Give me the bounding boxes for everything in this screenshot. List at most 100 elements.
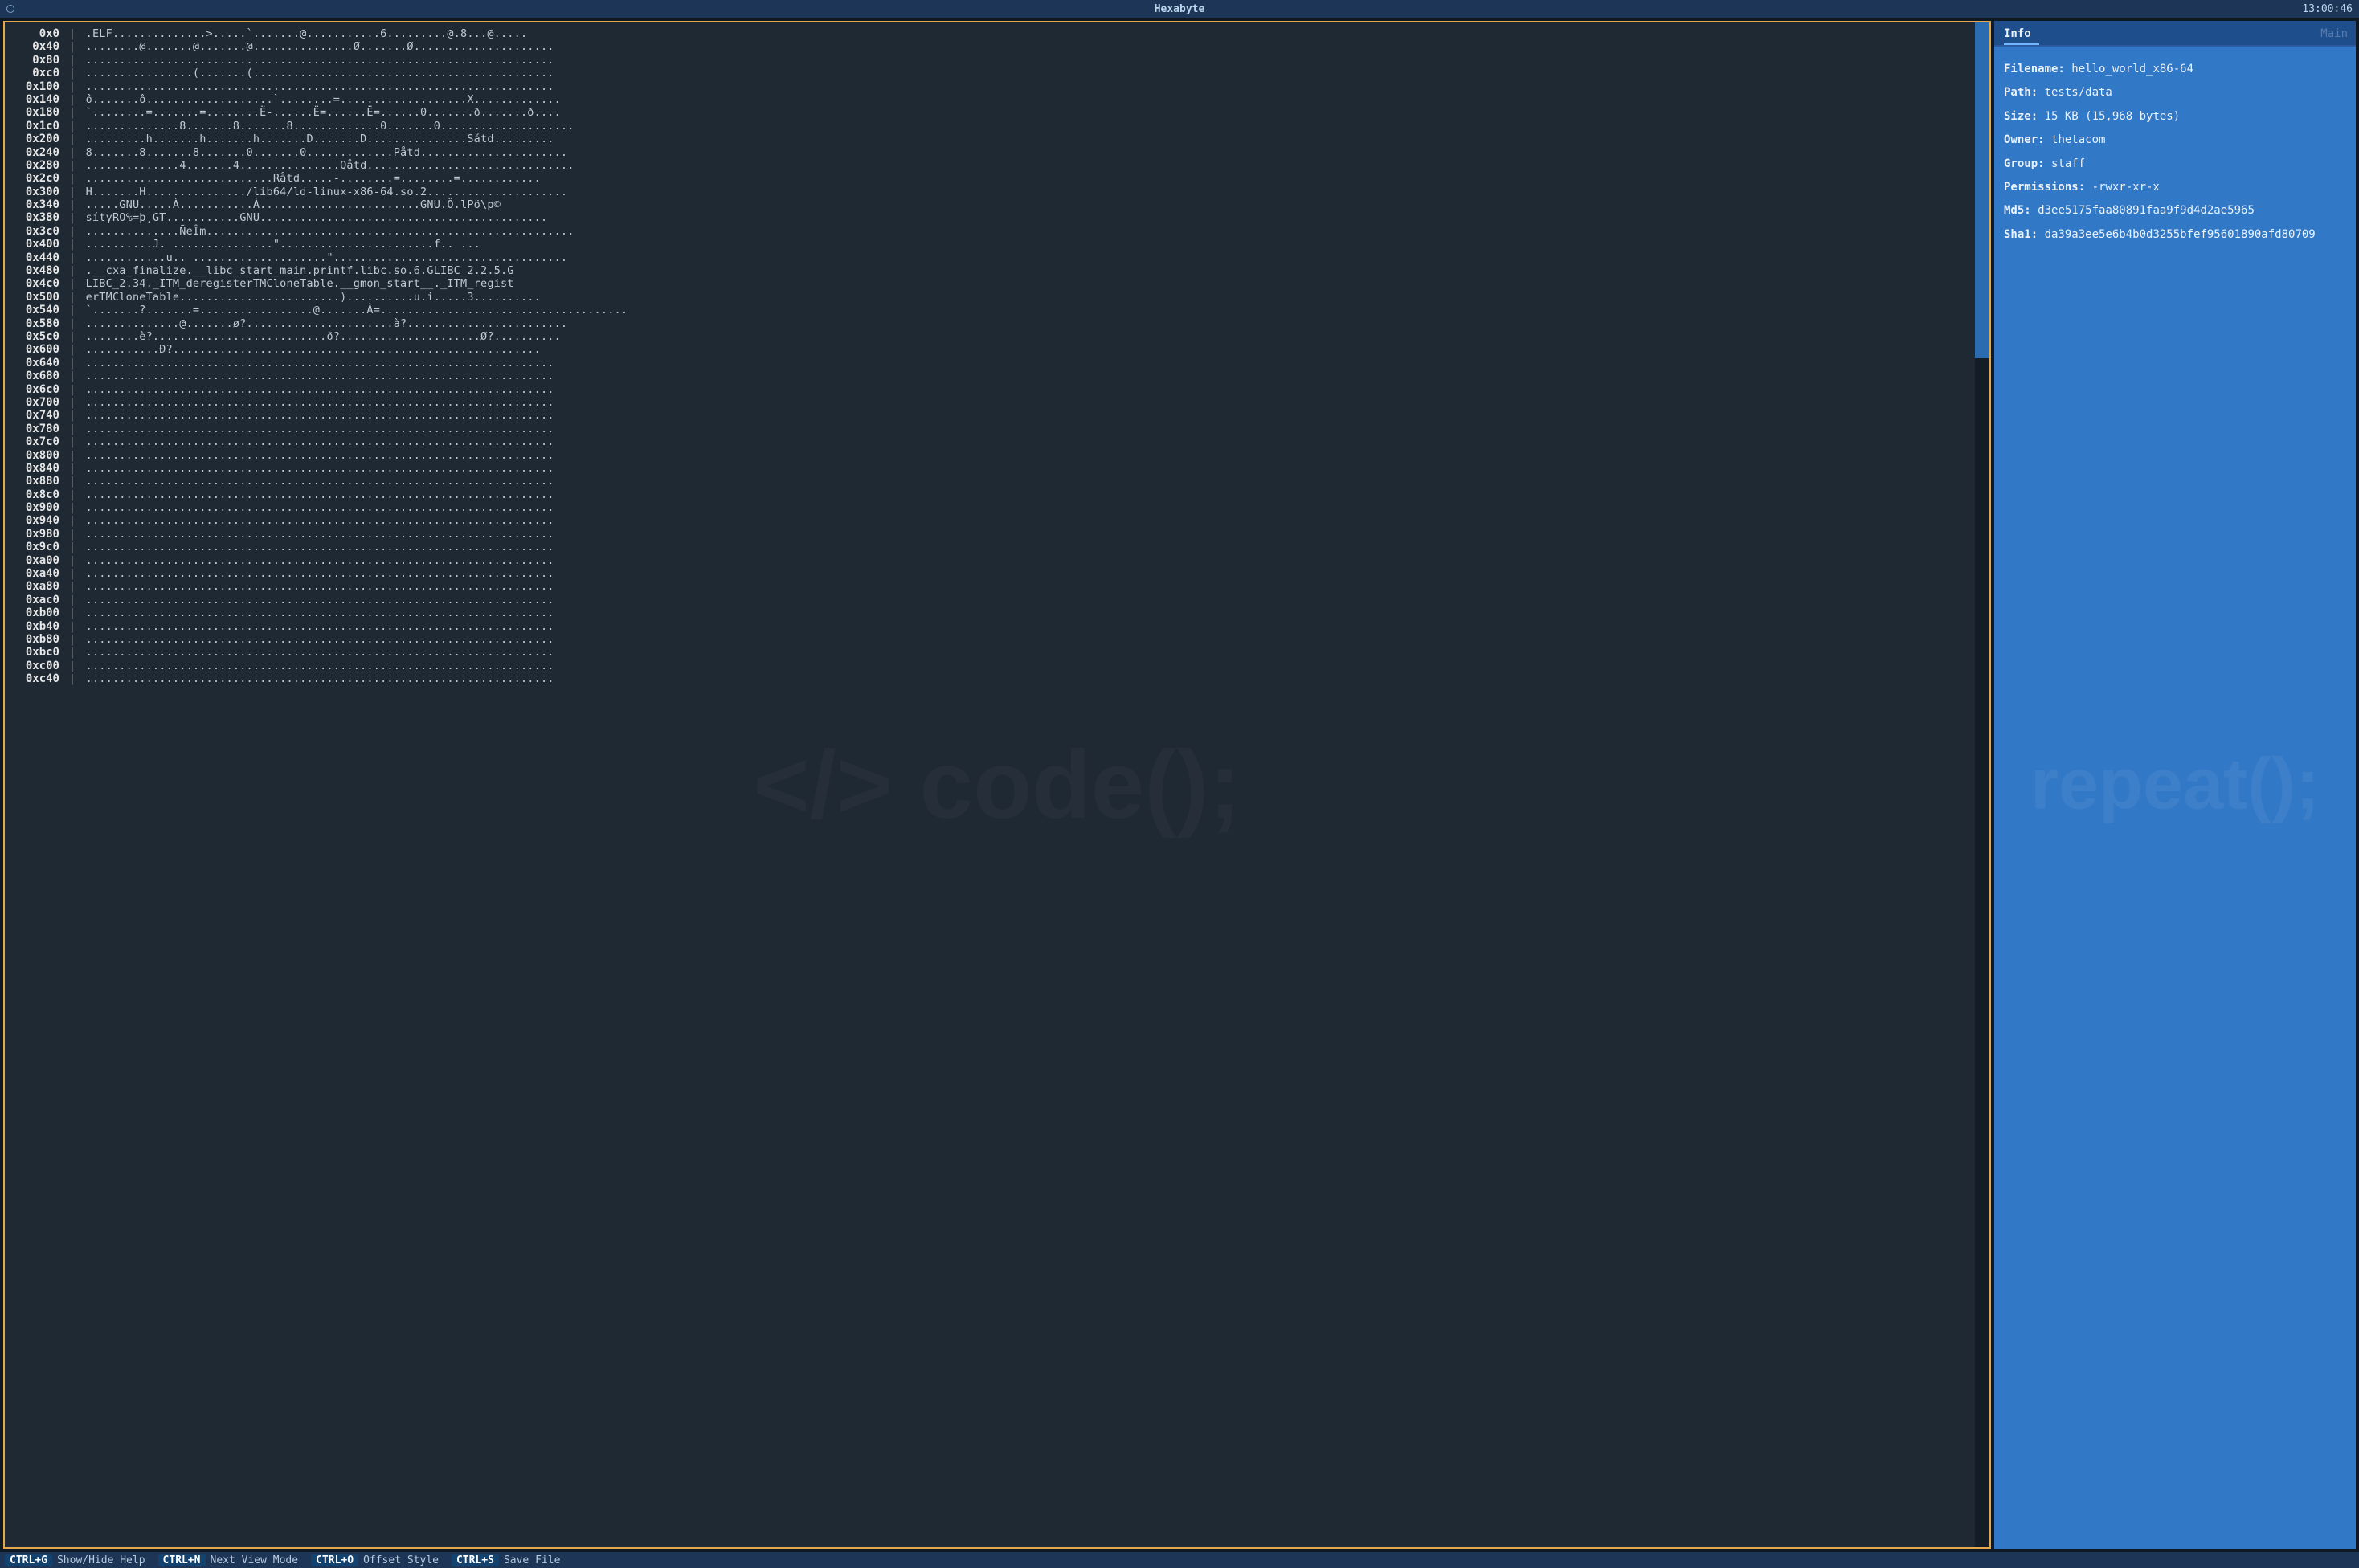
ascii-text: 8.......8.......8.......0.......0.......… xyxy=(86,146,568,159)
footer-kbd[interactable]: CTRL+N xyxy=(158,1554,206,1566)
ascii-row[interactable]: | .__cxa_finalize.__libc_start_main.prin… xyxy=(69,264,1972,277)
info-key: Path: xyxy=(2004,86,2045,99)
ascii-row[interactable]: | 8.......8.......8.......0.......0.....… xyxy=(69,146,1972,159)
ascii-row[interactable]: | ......................................… xyxy=(69,606,1972,619)
ascii-row[interactable]: | erTMCloneTable........................… xyxy=(69,291,1972,304)
info-header: Info Main xyxy=(1994,21,2356,47)
footer-kbd[interactable]: CTRL+G xyxy=(5,1554,52,1566)
app-root: Hexabyte 13:00:46 </> code(); 0x00x400x8… xyxy=(0,0,2359,1568)
ascii-row[interactable]: | ..........J. ...............".........… xyxy=(69,238,1972,251)
offset-row: 0x640 xyxy=(8,357,59,370)
hex-panel[interactable]: </> code(); 0x00x400x800xc00x1000x1400x1… xyxy=(3,21,1991,1549)
ascii-row[interactable]: | ......................................… xyxy=(69,567,1972,580)
row-separator: | xyxy=(69,541,83,553)
ascii-row[interactable]: | ......................................… xyxy=(69,54,1972,67)
ascii-row[interactable]: | ......................................… xyxy=(69,633,1972,646)
ascii-row[interactable]: | ......................................… xyxy=(69,409,1972,422)
ascii-text: ..........J. ..............."...........… xyxy=(86,238,480,251)
offset-row: 0x300 xyxy=(8,186,59,198)
info-row: Sha1: da39a3ee5e6b4b0d3255bfef95601890af… xyxy=(2004,223,2346,247)
ascii-text: ........................................… xyxy=(86,646,554,659)
ascii-row[interactable]: | ...........Ð?.........................… xyxy=(69,343,1972,356)
ascii-text: ........................................… xyxy=(86,541,554,553)
scrollbar[interactable] xyxy=(1975,22,1989,1547)
info-header-label: Info xyxy=(2004,27,2031,40)
row-separator: | xyxy=(69,277,83,290)
info-key: Size: xyxy=(2004,110,2045,123)
ascii-row[interactable]: | ........è?..........................ð?… xyxy=(69,330,1972,343)
titlebar: Hexabyte 13:00:46 xyxy=(0,0,2359,18)
info-key: Filename: xyxy=(2004,63,2071,76)
ascii-row[interactable]: | ......................................… xyxy=(69,80,1972,93)
ascii-row[interactable]: | ......................................… xyxy=(69,620,1972,633)
row-separator: | xyxy=(69,172,83,185)
ascii-row[interactable]: | ............................Råtd.....-… xyxy=(69,172,1972,185)
offset-row: 0x5c0 xyxy=(8,330,59,343)
ascii-row[interactable]: | ......................................… xyxy=(69,475,1972,488)
ascii-row[interactable]: | ..............ÑeÎm....................… xyxy=(69,225,1972,238)
ascii-row[interactable]: | ..............8.......8.......8.......… xyxy=(69,120,1972,133)
offset-row: 0x3c0 xyxy=(8,225,59,238)
ascii-row[interactable]: | .........h.......h.......h.......D....… xyxy=(69,133,1972,145)
ascii-text: ..............@.......ø?................… xyxy=(86,317,568,330)
ascii-text: H.......H.............../lib64/ld-linux-… xyxy=(86,186,568,198)
ascii-row[interactable]: | ......................................… xyxy=(69,357,1972,370)
row-separator: | xyxy=(69,251,83,264)
ascii-row[interactable]: | H.......H.............../lib64/ld-linu… xyxy=(69,186,1972,198)
ascii-row[interactable]: | ......................................… xyxy=(69,396,1972,409)
ascii-row[interactable]: | ......................................… xyxy=(69,580,1972,593)
row-separator: | xyxy=(69,672,83,685)
ascii-row[interactable]: | ......................................… xyxy=(69,594,1972,606)
offset-row: 0xa80 xyxy=(8,580,59,593)
ascii-row[interactable]: | LIBC_2.34._ITM_deregisterTMCloneTable.… xyxy=(69,277,1972,290)
ascii-row[interactable]: | ......................................… xyxy=(69,488,1972,501)
ascii-row[interactable]: | ......................................… xyxy=(69,449,1972,462)
offset-row: 0x40 xyxy=(8,40,59,53)
ascii-row[interactable]: | ......................................… xyxy=(69,423,1972,435)
ascii-row[interactable]: | ô.......ô...................`........=… xyxy=(69,93,1972,106)
ascii-row[interactable]: | ......................................… xyxy=(69,646,1972,659)
row-separator: | xyxy=(69,186,83,198)
ascii-row[interactable]: | ......................................… xyxy=(69,514,1972,527)
footer-kbd[interactable]: CTRL+O xyxy=(311,1554,358,1566)
info-main-label: Main xyxy=(2320,27,2348,40)
offset-row: 0x780 xyxy=(8,423,59,435)
ascii-row[interactable]: | ......................................… xyxy=(69,370,1972,382)
ascii-row[interactable]: | ......................................… xyxy=(69,672,1972,685)
ascii-row[interactable]: | .ELF..............>.....`.......@.....… xyxy=(69,27,1972,40)
ascii-column[interactable]: | .ELF..............>.....`.......@.....… xyxy=(63,22,1975,1547)
ascii-row[interactable]: | `........=.......=........Ë-......Ë=..… xyxy=(69,106,1972,119)
ascii-row[interactable]: | sítyRO%=þ¸GT...........GNU............… xyxy=(69,211,1972,224)
row-separator: | xyxy=(69,554,83,567)
ascii-row[interactable]: | ......................................… xyxy=(69,435,1972,448)
ascii-row[interactable]: | ......................................… xyxy=(69,659,1972,672)
window-control-icon[interactable] xyxy=(6,5,14,13)
clock: 13:00:46 xyxy=(2302,3,2353,15)
offset-row: 0x180 xyxy=(8,106,59,119)
ascii-row[interactable]: | ..............4.......4...............… xyxy=(69,159,1972,172)
scrollbar-thumb[interactable] xyxy=(1975,22,1989,358)
ascii-row[interactable]: | ......................................… xyxy=(69,501,1972,514)
offset-row: 0x340 xyxy=(8,198,59,211)
ascii-row[interactable]: | ................(.......(.............… xyxy=(69,67,1972,80)
ascii-row[interactable]: | ......................................… xyxy=(69,554,1972,567)
row-separator: | xyxy=(69,93,83,106)
ascii-row[interactable]: | ......................................… xyxy=(69,528,1972,541)
ascii-row[interactable]: | ............u.. ....................".… xyxy=(69,251,1972,264)
ascii-row[interactable]: | `.......?.......=.................@...… xyxy=(69,304,1972,316)
ascii-row[interactable]: | ......................................… xyxy=(69,383,1972,396)
ascii-row[interactable]: | ..............@.......ø?..............… xyxy=(69,317,1972,330)
row-separator: | xyxy=(69,120,83,133)
ascii-row[interactable]: | ........@.......@.......@.............… xyxy=(69,40,1972,53)
offset-row: 0x0 xyxy=(8,27,59,40)
footer-kbd[interactable]: CTRL+S xyxy=(452,1554,499,1566)
row-separator: | xyxy=(69,225,83,238)
offset-row: 0x740 xyxy=(8,409,59,422)
offset-row: 0x8c0 xyxy=(8,488,59,501)
ascii-row[interactable]: | ......................................… xyxy=(69,541,1972,553)
ascii-text: `........=.......=........Ë-......Ë=....… xyxy=(86,106,561,119)
ascii-row[interactable]: | ......................................… xyxy=(69,462,1972,475)
info-key: Sha1: xyxy=(2004,228,2045,241)
ascii-row[interactable]: | .....GNU.....À...........À............… xyxy=(69,198,1972,211)
offset-row: 0x4c0 xyxy=(8,277,59,290)
